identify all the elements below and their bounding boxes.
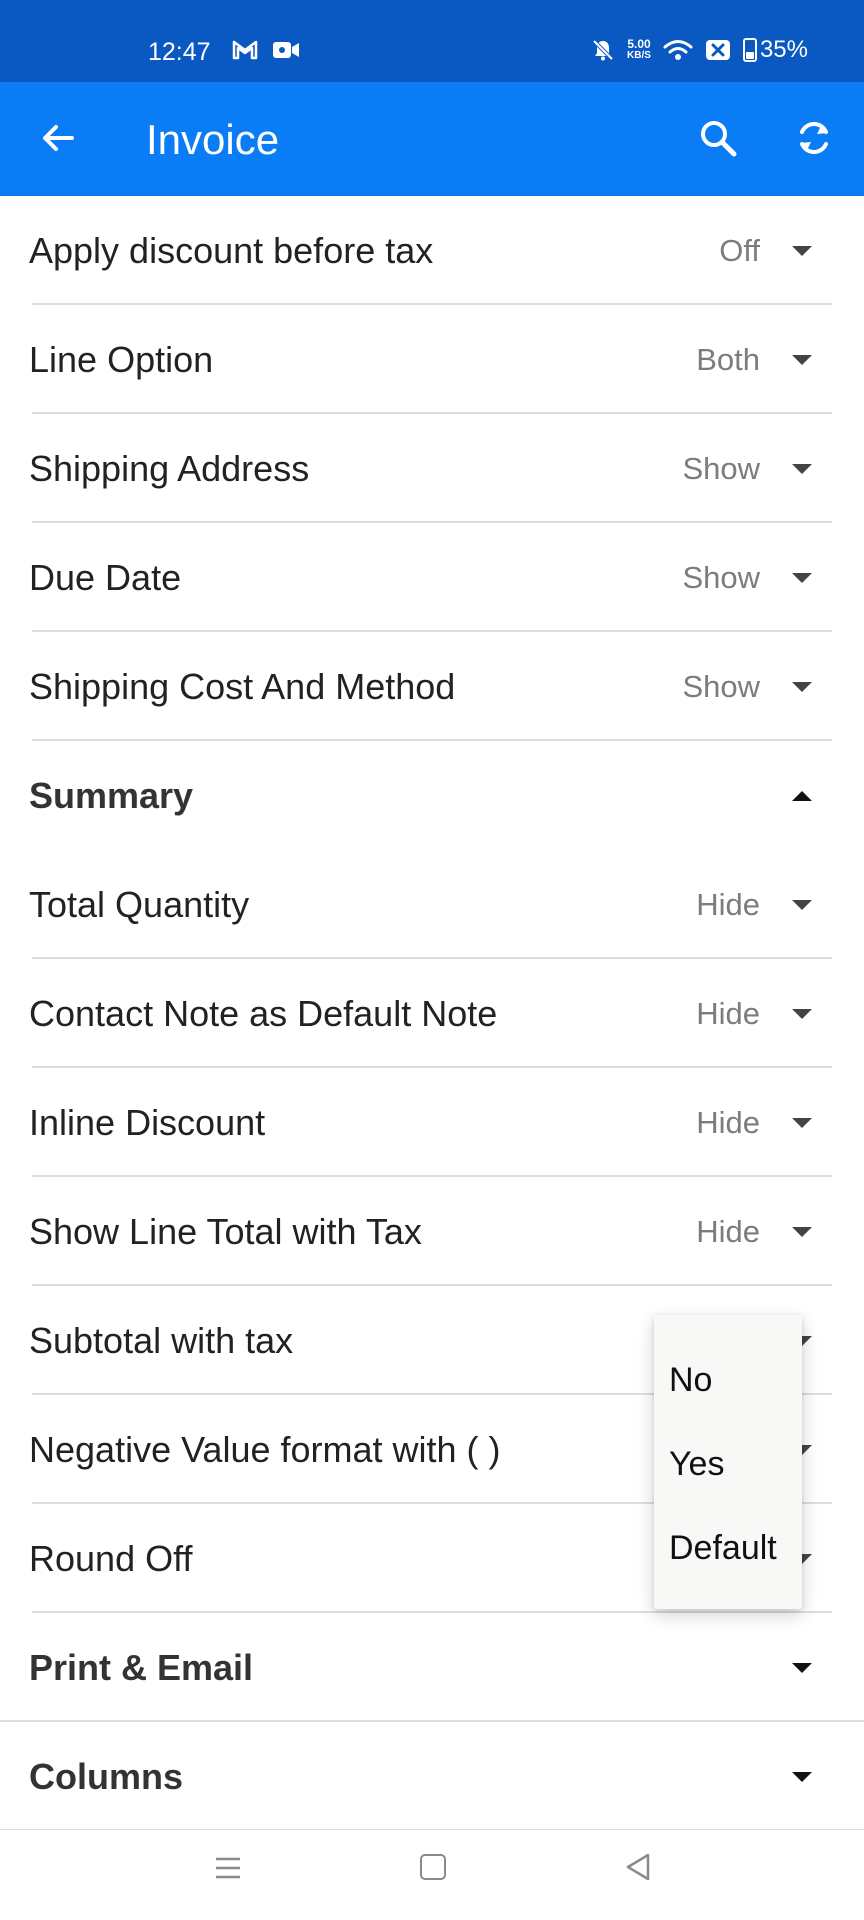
network-speed-value: 5.00 [627,37,651,51]
setting-row-total-quantity[interactable]: Total Quantity Hide [0,850,864,959]
network-speed-unit: KB/S [627,50,651,61]
dropdown-arrow-icon[interactable] [792,681,812,692]
back-triangle-icon[interactable] [624,1852,652,1882]
section-columns-header[interactable]: Columns [0,1722,864,1831]
back-arrow-icon[interactable] [38,118,78,158]
setting-label: Round Off [29,1537,193,1579]
app-bar: Invoice [0,82,864,196]
gmail-icon [232,40,258,60]
collapse-arrow-icon[interactable] [792,790,812,801]
setting-label: Total Quantity [29,883,250,925]
dropdown-arrow-icon[interactable] [792,245,812,256]
bell-off-icon [592,39,614,61]
dropdown-arrow-icon[interactable] [792,572,812,583]
setting-label: Apply discount before tax [29,229,434,271]
setting-label: Inline Discount [29,1101,266,1143]
setting-label: Subtotal with tax [29,1319,294,1361]
battery-icon [742,38,757,62]
battery-fill [745,52,754,59]
setting-value: Hide [696,995,760,1031]
setting-value: Both [696,341,760,377]
expand-arrow-icon[interactable] [792,1662,812,1673]
dropdown-arrow-icon[interactable] [792,899,812,910]
setting-label: Negative Value format with ( ) [29,1428,501,1470]
recent-apps-icon[interactable] [214,1854,242,1882]
setting-label: Contact Note as Default Note [29,992,498,1034]
video-camera-icon [273,42,299,58]
setting-row-shipping-address[interactable]: Shipping Address Show [0,414,864,523]
section-title: Print & Email [29,1646,254,1688]
setting-label: Shipping Cost And Method [29,665,456,707]
section-title: Summary [29,774,194,816]
status-notification-icons [232,40,300,60]
status-system-icons: 5.00 KB/S 35% [591,36,808,64]
network-speed: 5.00 KB/S [627,38,651,62]
setting-value: Show [682,668,760,704]
home-button-icon[interactable] [420,1854,446,1880]
battery-indicator: 35% [742,36,808,64]
dropdown-arrow-icon[interactable] [792,1008,812,1019]
setting-label: Shipping Address [29,447,310,489]
setting-row-shipping-cost[interactable]: Shipping Cost And Method Show [0,632,864,741]
setting-value: Show [682,450,760,486]
section-title: Columns [29,1755,184,1797]
setting-row-line-total-tax[interactable]: Show Line Total with Tax Hide [0,1177,864,1286]
status-time: 12:47 [148,38,211,66]
setting-row-due-date[interactable]: Due Date Show [0,523,864,632]
setting-value: Off [719,232,760,268]
page-title: Invoice [146,116,280,163]
system-nav-bar [0,1830,864,1920]
search-icon[interactable] [696,116,740,160]
dropdown-arrow-icon[interactable] [792,1226,812,1237]
setting-value: Hide [696,1213,760,1249]
expand-arrow-icon[interactable] [792,1771,812,1782]
battery-percentage: 35% [759,36,808,63]
setting-row-inline-discount[interactable]: Inline Discount Hide [0,1068,864,1177]
setting-label: Show Line Total with Tax [29,1210,422,1252]
setting-value: Show [682,559,760,595]
setting-row-line-option[interactable]: Line Option Both [0,305,864,414]
dropdown-arrow-icon[interactable] [792,463,812,474]
dropdown-arrow-icon[interactable] [792,354,812,365]
status-bar: 12:47 5.00 KB/S 35% [0,0,864,82]
setting-label: Line Option [29,338,214,380]
setting-row-contact-note[interactable]: Contact Note as Default Note Hide [0,959,864,1068]
setting-row-apply-discount[interactable]: Apply discount before tax Off [0,196,864,305]
sim-off-icon [705,40,730,60]
setting-value: Hide [696,1104,760,1140]
setting-value: Hide [696,886,760,922]
dropdown-menu: No Yes Default [654,1315,802,1609]
sync-icon[interactable] [792,116,836,160]
wifi-icon [663,40,693,60]
dropdown-option-default[interactable]: Default [654,1499,802,1597]
section-summary-header[interactable]: Summary [0,741,864,850]
setting-label: Due Date [29,556,182,598]
dropdown-arrow-icon[interactable] [792,1117,812,1128]
section-print-email-header[interactable]: Print & Email [0,1613,864,1722]
